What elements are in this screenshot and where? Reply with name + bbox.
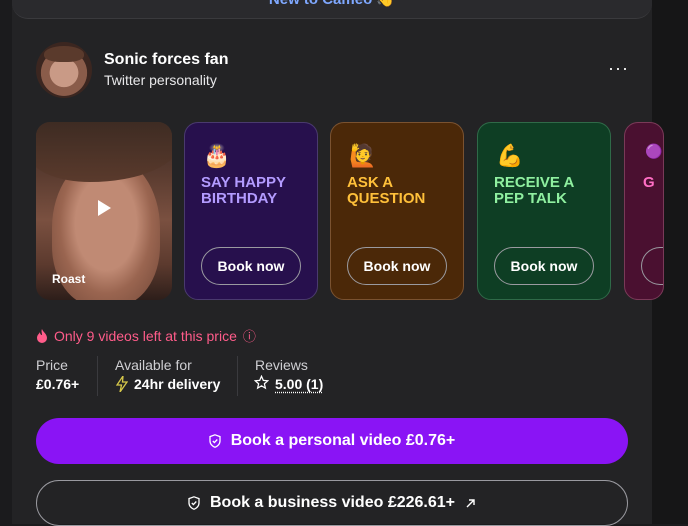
flame-icon — [37, 329, 47, 343]
offer-title: G — [643, 174, 655, 191]
offer-title: RECEIVE A PEP TALK — [494, 174, 574, 207]
reviews-value[interactable]: 5.00 (1) — [275, 376, 323, 392]
top-banner[interactable]: New to Cameo 👋 — [12, 0, 652, 19]
scarcity-text: Only 9 videos left at this price — [54, 328, 237, 344]
video-thumbnail-hair — [36, 122, 172, 182]
purple-circle-icon: 🟣 — [645, 143, 663, 159]
stat-divider — [237, 356, 238, 396]
offer-title: ASK A QUESTION — [347, 174, 426, 207]
offer-title: SAY HAPPY BIRTHDAY — [201, 174, 286, 207]
shield-icon — [209, 434, 221, 448]
info-icon[interactable]: ⓘ — [243, 330, 256, 343]
book-personal-video-button[interactable]: Book a personal video £0.76+ — [36, 418, 628, 464]
raising-hand-icon: 🙋 — [349, 143, 377, 168]
book-now-button[interactable]: Book now — [494, 247, 594, 285]
shield-icon — [188, 496, 200, 510]
offer-tile-question[interactable]: 🙋 ASK A QUESTION Book now — [330, 122, 464, 300]
lightning-bolt-icon — [116, 376, 128, 392]
book-now-button[interactable]: Book now — [201, 247, 301, 285]
star-icon — [254, 375, 269, 390]
talent-name[interactable]: Sonic forces fan — [104, 51, 228, 69]
flexed-bicep-icon: 💪 — [496, 143, 524, 168]
play-icon[interactable] — [98, 200, 111, 216]
book-business-video-label: Book a business video £226.61+ — [209, 494, 455, 511]
talent-subtitle: Twitter personality — [104, 72, 217, 88]
book-now-button[interactable]: Book now — [347, 247, 447, 285]
book-personal-video-label: Book a personal video £0.76+ — [230, 432, 456, 449]
offer-tile-pep-talk[interactable]: 💪 RECEIVE A PEP TALK Book now — [477, 122, 611, 300]
more-options-icon[interactable]: ··· — [608, 58, 629, 79]
top-banner-text: New to Cameo 👋 — [12, 0, 652, 8]
external-arrow-icon — [466, 498, 475, 507]
offer-tile-birthday[interactable]: 🎂 SAY HAPPY BIRTHDAY Book now — [184, 122, 318, 300]
availability-label: Available for — [115, 357, 192, 373]
book-business-video-button[interactable]: Book a business video £226.61+ — [36, 480, 628, 526]
book-now-button[interactable] — [641, 247, 663, 285]
video-label: Roast — [52, 272, 86, 286]
birthday-cake-icon: 🎂 — [203, 143, 231, 168]
price-label: Price — [36, 357, 68, 373]
scarcity-notice: Only 9 videos left at this price ⓘ — [36, 328, 256, 344]
availability-value: 24hr delivery — [134, 376, 221, 392]
price-value: £0.76+ — [36, 376, 80, 392]
offer-tile-partial[interactable]: 🟣 G — [624, 122, 664, 300]
reviews-label: Reviews — [255, 357, 308, 373]
stat-divider — [97, 356, 98, 396]
avatar[interactable] — [36, 42, 92, 98]
